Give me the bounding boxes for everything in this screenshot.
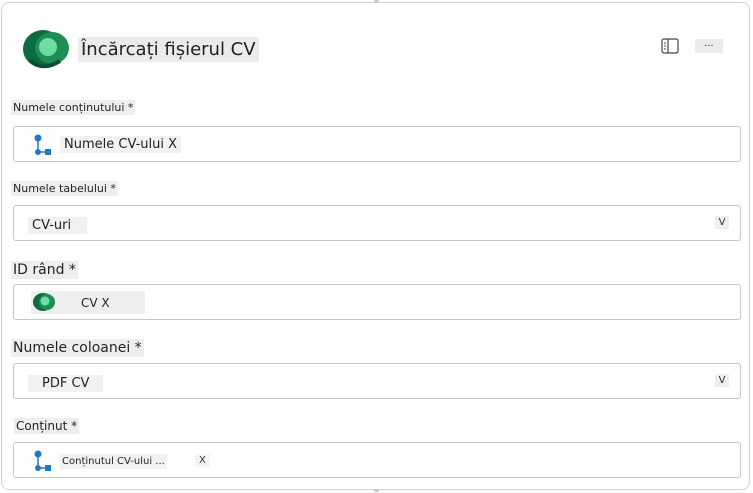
row-id-token[interactable]: CV X <box>31 291 145 314</box>
flow-token-icon <box>32 449 56 473</box>
table-name-dropdown[interactable]: CV-uri V <box>13 205 741 241</box>
content-name-label: Numele conținutului * <box>11 100 136 115</box>
chevron-down-icon[interactable]: V <box>715 374 729 387</box>
content-label: Conținut * <box>14 418 80 434</box>
content-field[interactable]: Conținutul CV-ului ... X <box>13 442 741 478</box>
column-name-value: PDF CV <box>28 375 104 392</box>
more-options-button[interactable]: ... <box>695 38 723 53</box>
dataverse-logo-icon <box>22 28 72 70</box>
dataverse-token-icon <box>31 291 57 314</box>
table-name-value: CV-uri <box>28 217 88 234</box>
content-name-value: Numele CV-ului X <box>60 136 182 153</box>
action-card <box>1 2 750 490</box>
flow-token-icon <box>32 133 56 157</box>
column-name-label: Numele coloanei * <box>11 339 144 357</box>
bottom-resize-handle[interactable] <box>374 489 379 492</box>
remove-token-button[interactable]: X <box>195 454 210 467</box>
row-id-label: ID rând * <box>11 261 78 279</box>
row-id-value: CV X <box>81 295 110 310</box>
column-name-dropdown[interactable]: PDF CV V <box>13 363 741 399</box>
content-name-field[interactable]: Numele CV-ului X <box>13 126 741 162</box>
content-value: Conținutul CV-ului ... <box>60 454 167 469</box>
chevron-down-icon[interactable]: V <box>715 216 729 229</box>
header-actions: ... <box>660 37 723 55</box>
table-name-label: Numele tabelului * <box>11 181 118 196</box>
row-id-field[interactable]: CV X <box>13 284 741 320</box>
panel-icon[interactable] <box>660 37 680 55</box>
card-header: Încărcați fișierul CV <box>22 28 259 70</box>
card-title: Încărcați fișierul CV <box>78 36 259 62</box>
